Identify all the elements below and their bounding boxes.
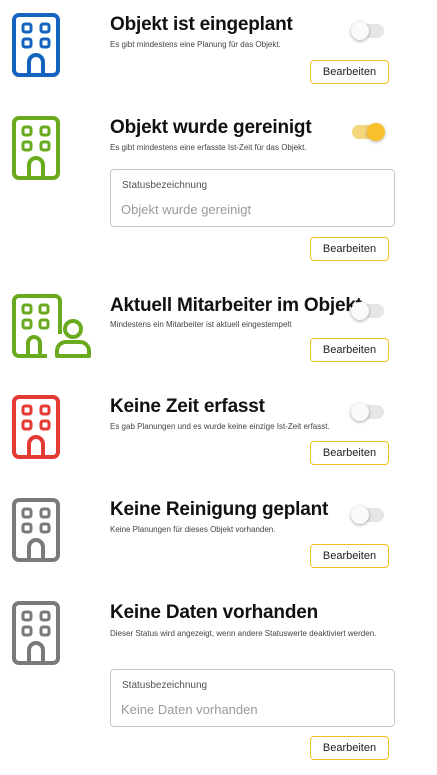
toggle-knob (351, 403, 369, 421)
building-person-icon (12, 294, 92, 358)
status-title: Keine Zeit erfasst (110, 396, 265, 417)
status-description: Es gibt mindestens eine Planung für das … (110, 40, 281, 49)
status-toggle[interactable] (352, 123, 385, 141)
status-title: Aktuell Mitarbeiter im Objekt (110, 295, 362, 316)
edit-button[interactable]: Bearbeiten (310, 60, 389, 84)
toggle-knob (351, 506, 369, 524)
status-toggle[interactable] (351, 302, 384, 320)
building-icon (12, 498, 60, 562)
edit-button[interactable]: Bearbeiten (310, 338, 389, 362)
status-toggle[interactable] (351, 22, 384, 40)
toggle-knob (351, 302, 369, 320)
edit-button[interactable]: Bearbeiten (310, 544, 389, 568)
building-icon (12, 395, 60, 459)
field-label: Statusbezeichnung (122, 180, 208, 191)
status-name-input[interactable] (121, 702, 381, 717)
status-description: Es gibt mindestens eine erfasste Ist-Zei… (110, 143, 307, 152)
building-icon (12, 601, 60, 665)
edit-button[interactable]: Bearbeiten (310, 237, 389, 261)
toggle-knob (367, 123, 385, 141)
toggle-knob (351, 22, 369, 40)
field-label: Statusbezeichnung (122, 680, 208, 691)
status-description: Es gab Planungen und es wurde keine einz… (110, 422, 330, 431)
status-title: Keine Daten vorhanden (110, 602, 319, 623)
status-title: Objekt wurde gereinigt (110, 117, 312, 138)
status-name-input[interactable] (121, 202, 381, 217)
edit-button[interactable]: Bearbeiten (310, 441, 389, 465)
status-name-field[interactable]: Statusbezeichnung (110, 169, 395, 227)
status-toggle[interactable] (351, 403, 384, 421)
edit-button[interactable]: Bearbeiten (310, 736, 389, 760)
building-icon (12, 116, 60, 180)
status-title: Objekt ist eingeplant (110, 14, 293, 35)
status-toggle[interactable] (351, 506, 384, 524)
status-name-field[interactable]: Statusbezeichnung (110, 669, 395, 727)
building-icon (12, 13, 60, 77)
status-description: Dieser Status wird angezeigt, wenn ander… (110, 629, 377, 638)
status-title: Keine Reinigung geplant (110, 499, 329, 520)
status-description: Mindestens ein Mitarbeiter ist aktuell e… (110, 320, 292, 329)
status-description: Keine Planungen für dieses Objekt vorhan… (110, 525, 276, 534)
